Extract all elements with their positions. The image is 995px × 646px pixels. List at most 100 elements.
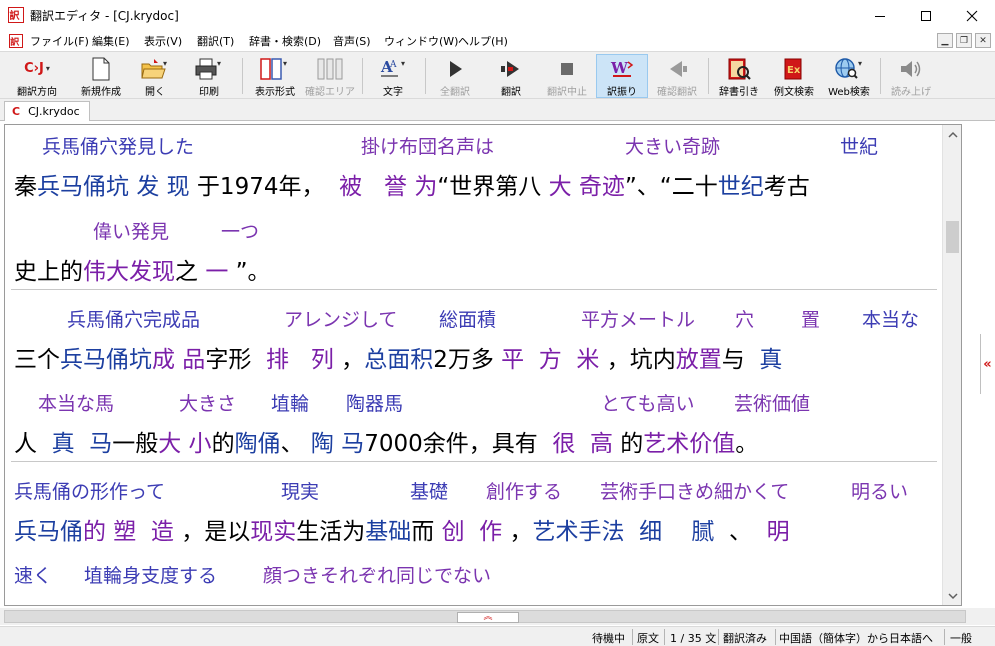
source-text-segment: 字形	[205, 347, 266, 373]
scrollbar-thumb[interactable]	[946, 221, 959, 253]
printer-icon: ▾	[195, 58, 221, 79]
menu-view[interactable]: 表示(V)	[144, 33, 182, 49]
app-logo-icon: 訳	[8, 7, 24, 23]
mdi-restore-button[interactable]: ❐	[956, 33, 972, 48]
print-button[interactable]: ▾ 印刷	[186, 54, 232, 98]
menu-window[interactable]: ウィンドウ(W)	[384, 33, 458, 49]
open-folder-icon: ▾	[141, 58, 167, 78]
document-content[interactable]: 兵馬俑穴発見した 掛け布団名声は 大きい奇跡 世紀 秦兵马俑坑 发 现 于197…	[5, 125, 943, 605]
menu-voice[interactable]: 音声(S)	[333, 33, 371, 49]
source-text-segment: ，坑内	[599, 347, 676, 373]
svg-text:訳: 訳	[10, 9, 21, 22]
expand-bottom-pane-button[interactable]: ︽	[457, 612, 519, 623]
toolbar-separator	[362, 58, 363, 94]
maximize-button[interactable]	[903, 0, 949, 31]
chevron-up-icon	[947, 131, 958, 138]
source-text-segment: ，是以	[173, 519, 251, 545]
side-panel-toggle[interactable]: «	[980, 334, 994, 394]
dictionary-lookup-button[interactable]: 辞書引き	[714, 54, 764, 98]
source-text-segment: “世界第八	[437, 174, 549, 200]
ruby-annotation: 創作する	[486, 481, 563, 503]
source-text-segment: 艺术价值	[643, 431, 736, 457]
source-text-segment: 2万多	[433, 347, 502, 373]
mdi-minimize-button[interactable]: ▁	[937, 33, 953, 48]
confirm-translation-button[interactable]: 確認翻訳	[650, 54, 704, 98]
stop-translation-button[interactable]: 翻訳中止	[538, 54, 596, 98]
source-text-segment: 现	[166, 174, 190, 200]
menu-edit[interactable]: 編集(E)	[92, 33, 130, 49]
menu-file[interactable]: ファイル(F)	[30, 33, 89, 49]
menu-help[interactable]: ヘルプ(H)	[458, 33, 508, 49]
editor-pane[interactable]: 兵馬俑穴発見した 掛け布団名声は 大きい奇跡 世紀 秦兵马俑坑 发 现 于197…	[4, 124, 962, 606]
ruby-annotation: 芸術価値	[734, 393, 811, 415]
translate-button[interactable]: 翻訳	[488, 54, 534, 98]
source-text-segment: 、	[714, 519, 767, 545]
source-text-segment: 的	[612, 431, 644, 457]
mdi-close-button[interactable]: ✕	[975, 33, 991, 48]
source-text-segment: 伟大发现	[83, 259, 175, 285]
menu-translate[interactable]: 翻訳(T)	[197, 33, 234, 49]
source-text-segment: 成 品	[152, 347, 206, 373]
ruby-annotation: 基礎	[410, 481, 449, 503]
source-line: 人 真 马一般大 小的陶俑、 陶 马7000余件，具有 很 高 的艺术价值。	[14, 424, 758, 458]
ruby-annotation: 兵馬俑穴発見した	[42, 136, 195, 158]
translation-direction-button[interactable]: C›J ▾ 翻訳方向	[9, 54, 65, 98]
svg-text:Ex: Ex	[787, 65, 801, 76]
translation-direction-icon: C›J	[24, 61, 44, 76]
web-search-button[interactable]: ▾ Web検索	[823, 54, 875, 98]
paragraph-divider	[11, 289, 937, 290]
svg-text:▾: ▾	[217, 59, 221, 68]
read-aloud-button[interactable]: 読み上げ	[884, 54, 938, 98]
source-text-segment: 。	[735, 431, 759, 457]
translate-step-icon	[501, 60, 519, 77]
ruby-annotation: 顔つきそれぞれ同じでない	[263, 565, 492, 587]
source-text-segment: 发	[136, 174, 160, 200]
new-document-icon	[92, 57, 110, 80]
source-text-segment	[575, 431, 590, 457]
menu-dictionary-search[interactable]: 辞書・検索(D)	[249, 33, 321, 49]
source-text-segment	[75, 431, 90, 457]
toolbar: C›J ▾ 翻訳方向 新規作成 ▾ 開く ▾ 印刷 ▾ 表示形式 確認エリア AA…	[0, 51, 995, 99]
source-text-segment: 之	[175, 259, 206, 285]
pane-splitter: ︽	[0, 608, 995, 625]
source-text-segment: 放置	[675, 347, 722, 373]
svg-text:▾: ▾	[401, 59, 405, 68]
ruby-annotation: 埴輪	[271, 393, 310, 415]
source-text-segment: 米	[576, 347, 600, 373]
source-text-segment: 总面积	[364, 347, 434, 373]
close-icon: ✕	[979, 35, 987, 46]
svg-text:A: A	[389, 60, 397, 70]
source-text-segment: 艺术手法	[532, 519, 625, 545]
source-text-segment: 基础	[365, 519, 412, 545]
ruby-annotation: 埴輪身支度する	[84, 565, 218, 587]
translation-editor-window: 訳 翻訳エディタ - [CJ.krydoc] 訳 ファイル(F) 編集(E) 表…	[0, 0, 995, 646]
new-document-button[interactable]: 新規作成	[73, 54, 129, 98]
minimize-icon	[875, 15, 885, 17]
close-button[interactable]	[949, 0, 995, 31]
splitter-bar[interactable]: ︽	[4, 610, 966, 623]
ruby-annotation: 偉い発見	[93, 221, 170, 243]
ruby-translation-button[interactable]: W 訳振り	[596, 54, 648, 98]
example-search-button[interactable]: Ex 例文検索	[767, 54, 821, 98]
source-text-segment: 三个	[14, 347, 60, 373]
source-text-segment: 而	[411, 519, 442, 545]
translate-all-button[interactable]: 全翻訳	[432, 54, 478, 98]
scroll-up-button[interactable]	[943, 125, 961, 144]
toolbar-separator	[425, 58, 426, 94]
window-title: 翻訳エディタ - [CJ.krydoc]	[30, 9, 179, 23]
status-separator	[775, 629, 776, 645]
confirm-area-button[interactable]: 確認エリア	[305, 54, 355, 98]
ruby-translation-icon: W	[610, 59, 634, 77]
status-bar: 待機中 原文 1 / 35 文 翻訳済み 中国語（簡体字）から日本語へ 一般	[0, 626, 995, 646]
open-button[interactable]: ▾ 開く	[132, 54, 178, 98]
scroll-down-button[interactable]	[943, 586, 961, 605]
source-text-segment	[289, 347, 311, 373]
ruby-annotation: 総面積	[439, 309, 497, 331]
document-tab[interactable]: C CJ.krydoc	[4, 101, 90, 121]
minimize-button[interactable]	[857, 0, 903, 31]
font-button[interactable]: A A ▾ 文字	[370, 54, 416, 99]
vertical-scrollbar[interactable]	[942, 125, 961, 605]
speaker-icon	[901, 60, 921, 77]
display-format-button[interactable]: ▾ 表示形式	[248, 54, 302, 98]
svg-text:W: W	[610, 59, 629, 77]
